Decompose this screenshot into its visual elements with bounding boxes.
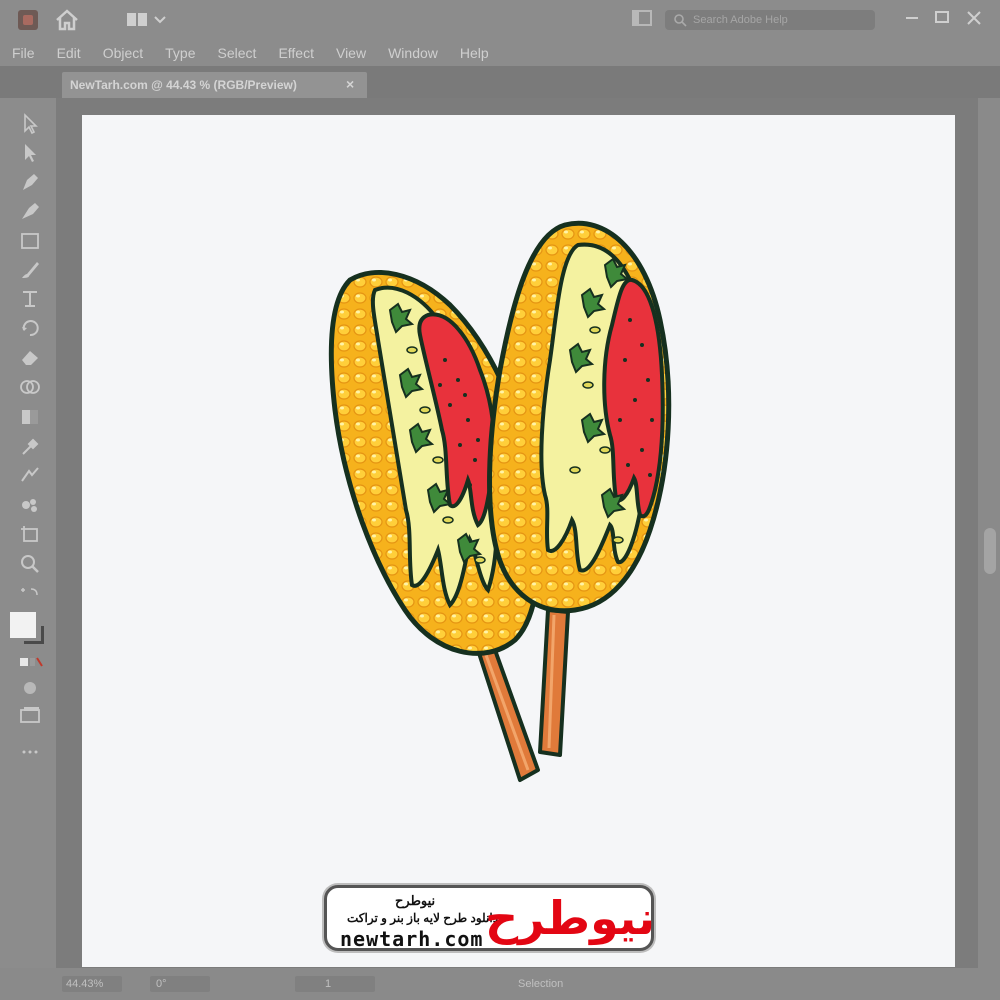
close-window-icon[interactable] — [962, 6, 986, 30]
close-tab-icon[interactable]: × — [346, 76, 354, 92]
curvature-tool-icon[interactable] — [17, 199, 43, 223]
search-placeholder: Search Adobe Help — [693, 14, 788, 26]
rectangle-tool-icon[interactable] — [17, 229, 43, 253]
menu-effect[interactable]: Effect — [278, 40, 314, 66]
pen-tool-icon[interactable] — [17, 170, 43, 194]
watermark-logo: نیوطرح — [485, 891, 655, 945]
current-tool-label: Selection — [518, 978, 564, 990]
edit-toolbar-icon[interactable] — [17, 740, 43, 764]
artboard-navigator[interactable] — [295, 976, 375, 992]
swap-fill-stroke-icon[interactable] — [17, 584, 43, 608]
right-stick — [538, 608, 570, 757]
document-tab-title: NewTarh.com @ 44.43 % (RGB/Preview) — [70, 78, 297, 92]
stroke-color-swatch[interactable] — [24, 626, 44, 644]
restore-icon[interactable] — [930, 6, 954, 30]
watermark-url: newtarh.com — [340, 927, 484, 951]
gradient-tool-icon[interactable] — [17, 405, 43, 429]
blend-tool-icon[interactable] — [17, 463, 43, 487]
watermark-tagline: دانلود طرح لایه باز بنر و تراکت — [347, 911, 499, 925]
artboard-tool-icon[interactable] — [17, 522, 43, 546]
menu-type[interactable]: Type — [165, 40, 195, 66]
rotate-tool-icon[interactable] — [17, 316, 43, 340]
corn-on-cob-illustration[interactable] — [320, 210, 680, 795]
menu-edit[interactable]: Edit — [57, 40, 81, 66]
menu-select[interactable]: Select — [218, 40, 257, 66]
menu-window[interactable]: Window — [388, 40, 438, 66]
menu-view[interactable]: View — [336, 40, 366, 66]
drawing-mode-icon[interactable] — [17, 676, 43, 700]
menu-bar: File Edit Object Type Select Effect View… — [0, 40, 1000, 66]
screen-mode-icon[interactable] — [17, 703, 43, 727]
right-corn-cob — [487, 220, 672, 614]
arrange-documents-icon[interactable] — [125, 10, 169, 30]
workspace-switcher-icon[interactable] — [630, 6, 654, 30]
eraser-tool-icon[interactable] — [17, 345, 43, 369]
search-input[interactable]: Search Adobe Help — [665, 10, 875, 30]
home-icon[interactable] — [54, 8, 80, 32]
rotation-value: 0° — [156, 978, 167, 990]
shaper-tool-icon[interactable] — [17, 287, 43, 311]
menu-help[interactable]: Help — [460, 40, 489, 66]
left-stick — [476, 648, 540, 782]
minimize-icon[interactable] — [900, 6, 924, 30]
zoom-tool-icon[interactable] — [17, 552, 43, 576]
document-tab[interactable]: NewTarh.com @ 44.43 % (RGB/Preview) × — [62, 72, 367, 98]
zoom-level: 44.43% — [66, 978, 104, 990]
artboard-number: 1 — [325, 978, 332, 990]
scrollbar-thumb[interactable] — [984, 528, 996, 574]
selection-tool-icon[interactable] — [17, 112, 43, 136]
direct-selection-tool-icon[interactable] — [17, 141, 43, 165]
shape-builder-tool-icon[interactable] — [17, 375, 43, 399]
menu-object[interactable]: Object — [103, 40, 143, 66]
paintbrush-tool-icon[interactable] — [17, 258, 43, 282]
search-icon — [673, 13, 687, 27]
illustrator-logo-icon — [18, 10, 38, 30]
watermark-brand-text: نیوطرح — [395, 893, 436, 908]
color-mode-icon[interactable] — [17, 650, 43, 674]
eyedropper-tool-icon[interactable] — [17, 434, 43, 458]
menu-file[interactable]: File — [12, 40, 35, 66]
symbol-sprayer-tool-icon[interactable] — [17, 493, 43, 517]
